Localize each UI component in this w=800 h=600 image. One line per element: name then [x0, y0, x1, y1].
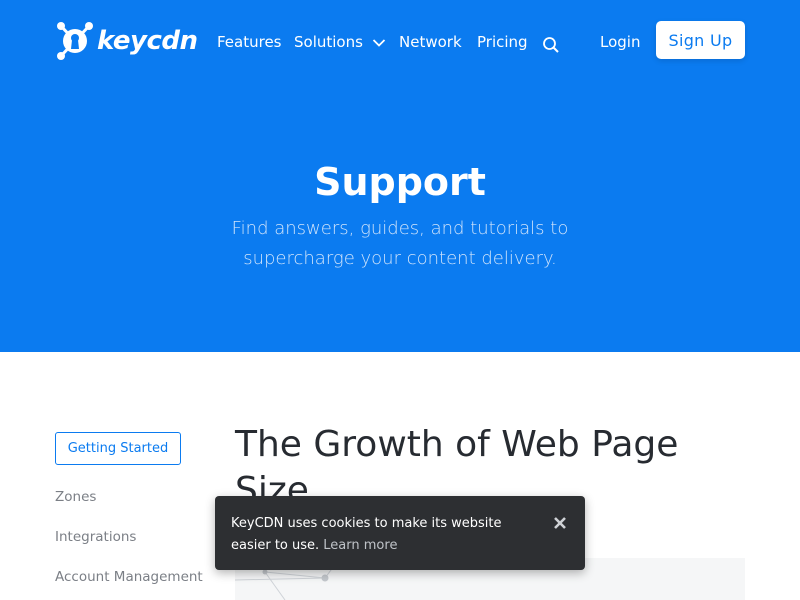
- close-icon: [554, 517, 566, 529]
- hero-banner: keycdn Features Solutions Network Pricin…: [0, 0, 800, 352]
- sidebar-item-zones[interactable]: Zones: [55, 489, 96, 505]
- cookie-close-button[interactable]: [551, 514, 569, 532]
- nav-login[interactable]: Login: [600, 31, 640, 53]
- cookie-banner: KeyCDN uses cookies to make its website …: [215, 496, 585, 570]
- logo[interactable]: keycdn: [55, 20, 198, 62]
- nav-features[interactable]: Features: [217, 31, 282, 53]
- nav-network[interactable]: Network: [399, 31, 462, 53]
- signup-button[interactable]: Sign Up: [656, 21, 745, 59]
- cookie-message: KeyCDN uses cookies to make its website …: [231, 513, 541, 557]
- keycdn-logo-icon: [57, 22, 93, 60]
- page-title: Support: [314, 160, 486, 204]
- logo-text: keycdn: [97, 26, 198, 56]
- nav-solutions-label: Solutions: [294, 33, 363, 51]
- chevron-down-icon: [372, 38, 385, 47]
- sidebar-item-account-management[interactable]: Account Management: [55, 569, 203, 585]
- search-icon: [543, 36, 559, 53]
- sidebar-item-getting-started[interactable]: Getting Started: [55, 432, 181, 465]
- sidebar-item-integrations[interactable]: Integrations: [55, 529, 136, 545]
- search-button[interactable]: [542, 33, 560, 55]
- learn-more-link[interactable]: Learn more: [323, 538, 397, 553]
- nav-solutions[interactable]: Solutions: [294, 31, 386, 53]
- nav-pricing[interactable]: Pricing: [477, 31, 528, 53]
- page-subtitle: Find answers, guides, and tutorials to s…: [231, 218, 569, 269]
